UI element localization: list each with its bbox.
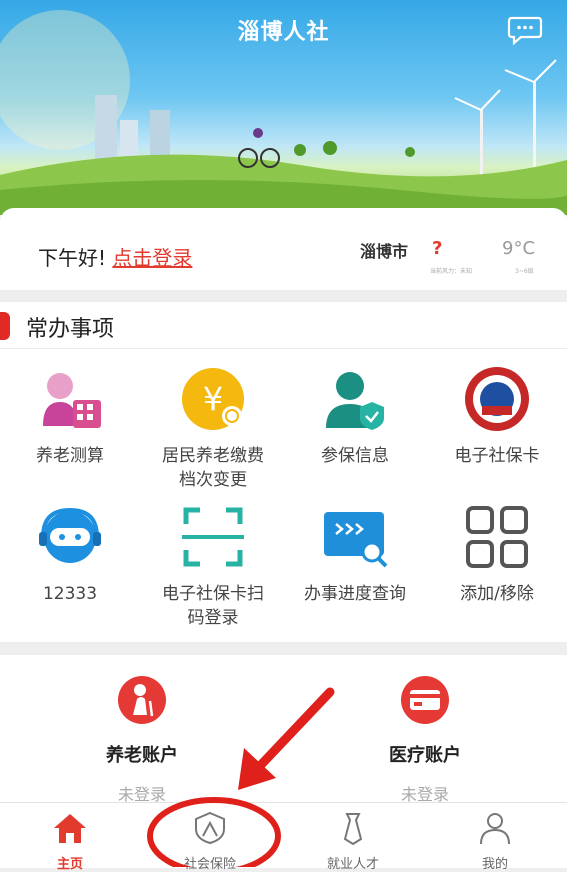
service-label: 添加/移除 (460, 584, 534, 604)
medical-card-icon (401, 676, 449, 724)
service-insurance-info[interactable]: 参保信息 (285, 364, 425, 468)
pension-account[interactable]: 养老账户 未登录 (52, 675, 232, 805)
social-security-seal-icon (465, 367, 529, 431)
service-progress-query[interactable]: 办事进度查询 (285, 502, 425, 606)
tab-label: 我的 (481, 857, 508, 872)
greeting-card: 下午好! 点击登录 淄博市 ? 9°C 当前风力：未知 3~6级 (0, 208, 567, 290)
service-pension-calc[interactable]: 养老测算 (0, 364, 140, 468)
yuan-coin-icon: ¥ (182, 368, 244, 430)
tab-employment[interactable]: 就业人才 (308, 811, 398, 872)
frequent-services-section: 常办事项 养老测算 ¥ 居民养老缴费 档次变更 参保信息 电子社保卡 12333… (0, 302, 567, 642)
user-shield-icon (326, 372, 384, 430)
service-pension-level-change[interactable]: ¥ 居民养老缴费 档次变更 (143, 364, 283, 492)
service-label: 参保信息 (321, 446, 389, 466)
greeting-line: 下午好! 点击登录 (38, 242, 192, 271)
accounts-section: 养老账户 未登录 医疗账户 未登录 (0, 655, 567, 805)
tab-label: 就业人才 (326, 857, 379, 872)
section-title: 常办事项 (26, 317, 115, 342)
progress-search-icon (324, 512, 388, 568)
service-e-social-card[interactable]: 电子社保卡 (427, 364, 567, 468)
service-scan-login[interactable]: 电子社保卡扫 码登录 (143, 502, 283, 630)
elderly-person-icon (118, 676, 166, 724)
tab-label: 社会保险 (183, 857, 236, 872)
section-accent-bar (0, 312, 10, 340)
service-hotline-12333[interactable]: 12333 (0, 502, 140, 606)
tab-social-insurance[interactable]: 社会保险 (165, 811, 255, 872)
grid-four-icon (466, 506, 528, 568)
temperature: 9°C (502, 238, 536, 259)
medical-account[interactable]: 医疗账户 未登录 (335, 675, 515, 805)
service-label: 养老测算 (36, 446, 104, 466)
weather-unknown-icon: ? (432, 238, 443, 259)
pension-calculator-icon (43, 373, 101, 428)
wind-info: 当前风力：未知 (430, 268, 473, 275)
service-label: 电子社保卡 (454, 446, 540, 466)
account-name: 医疗账户 (389, 745, 461, 766)
service-label: 办事进度查询 (304, 584, 406, 604)
svg-text:¥: ¥ (203, 380, 223, 418)
chat-bubble-icon (507, 16, 543, 46)
shield-person-icon (195, 811, 225, 845)
header-banner: 淄博人社 (0, 0, 567, 215)
service-add-remove[interactable]: 添加/移除 (427, 502, 567, 606)
home-icon (54, 814, 86, 843)
tab-mine[interactable]: 我的 (450, 811, 540, 872)
service-label: 电子社保卡扫 码登录 (162, 584, 264, 628)
app-title: 淄博人社 (237, 20, 330, 45)
tab-label: 主页 (56, 857, 83, 872)
service-label: 居民养老缴费 档次变更 (162, 446, 264, 490)
tab-home[interactable]: 主页 (25, 811, 115, 872)
city-name[interactable]: 淄博市 (360, 238, 408, 262)
bottom-tab-bar: 主页 社会保险 就业人才 我的 (0, 802, 567, 872)
necktie-icon (343, 813, 363, 846)
account-name: 养老账户 (106, 745, 178, 766)
person-icon (480, 813, 510, 845)
message-button[interactable] (507, 14, 543, 46)
scan-frame-icon (182, 507, 244, 567)
headset-robot-icon (39, 507, 101, 563)
login-link[interactable]: 点击登录 (112, 246, 192, 270)
wind-level: 3~6级 (515, 268, 534, 275)
service-label: 12333 (42, 584, 98, 604)
greeting-text: 下午好! (38, 246, 107, 270)
section-header: 常办事项 (0, 302, 567, 349)
